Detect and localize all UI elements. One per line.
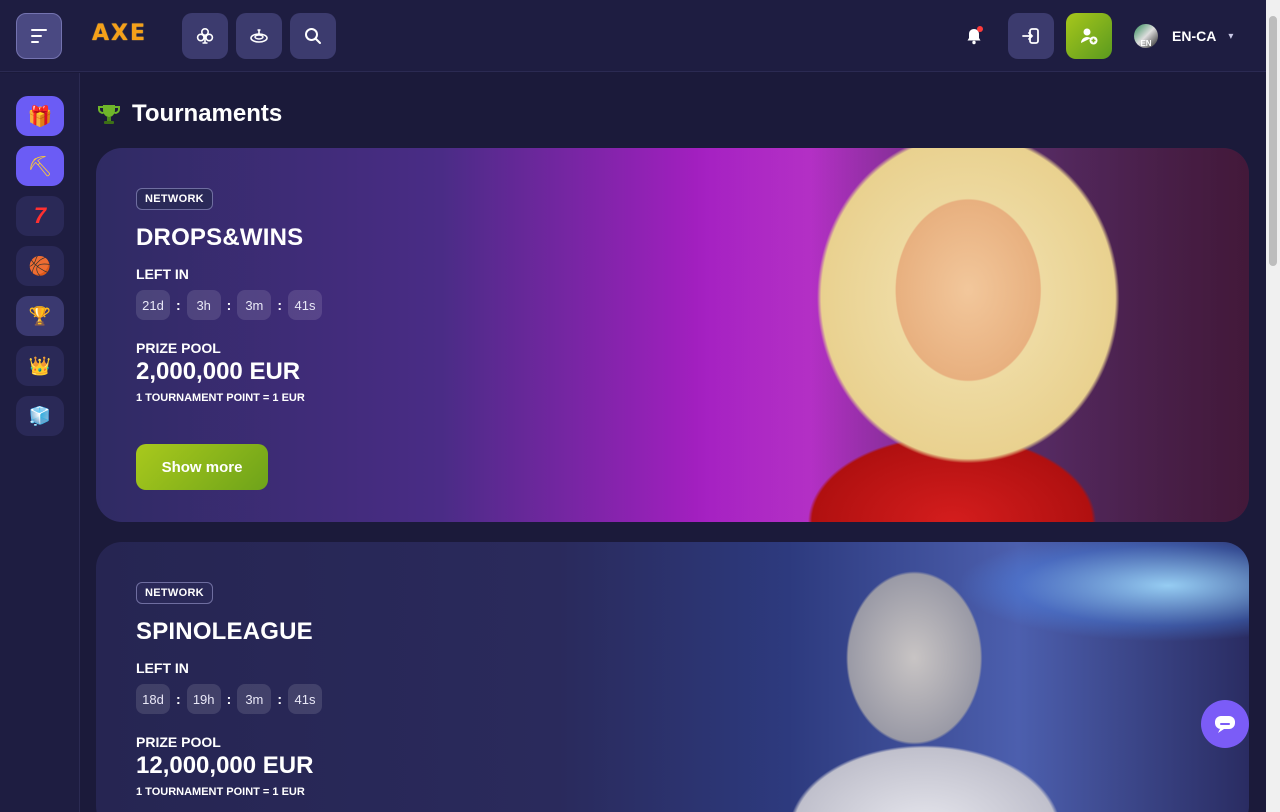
tournament-name: DROPS&WINS bbox=[136, 224, 304, 251]
seven-icon: 7 bbox=[33, 203, 47, 228]
live-casino-button[interactable] bbox=[236, 13, 282, 59]
left-in-label: LEFT IN bbox=[136, 266, 189, 282]
countdown-timer: 21d : 3h : 3m : 41s bbox=[136, 290, 323, 320]
sidebar: 🎁 ⛏ 7 🏀 🏆 👑 🧊 bbox=[0, 73, 80, 812]
sidebar-item-vip[interactable]: 👑 bbox=[16, 346, 64, 386]
notification-dot bbox=[977, 26, 983, 32]
sidebar-item-games[interactable]: 🧊 bbox=[16, 396, 64, 436]
language-label: EN-CA bbox=[1172, 28, 1217, 44]
points-ratio: 1 TOURNAMENT POINT = 1 EUR bbox=[136, 786, 305, 798]
timer-seconds: 41s bbox=[288, 684, 323, 714]
sidebar-item-tournaments[interactable]: 🏆 bbox=[16, 296, 64, 336]
timer-separator: : bbox=[226, 297, 232, 313]
logo[interactable]: AXE bbox=[92, 21, 147, 51]
countdown-timer: 18d : 19h : 3m : 41s bbox=[136, 684, 323, 714]
sidebar-item-slots[interactable]: 7 bbox=[16, 196, 64, 236]
cubes-icon: 🧊 bbox=[28, 405, 52, 426]
club-icon bbox=[196, 27, 214, 44]
login-button[interactable] bbox=[1008, 13, 1054, 59]
crown-icon: 👑 bbox=[28, 355, 52, 376]
timer-minutes: 3m bbox=[237, 290, 272, 320]
casino-button[interactable] bbox=[182, 13, 228, 59]
pickaxe-icon: ⛏ bbox=[27, 155, 53, 178]
show-more-button[interactable]: Show more bbox=[136, 444, 268, 490]
flag-icon: EN bbox=[1134, 24, 1158, 48]
ball-icon: 🏀 bbox=[28, 255, 52, 276]
network-badge: NETWORK bbox=[136, 582, 213, 604]
trophy-icon bbox=[98, 105, 120, 124]
timer-separator: : bbox=[277, 691, 283, 707]
sidebar-item-sports[interactable]: 🏀 bbox=[16, 246, 64, 286]
roulette-icon bbox=[250, 29, 268, 43]
login-icon bbox=[1022, 28, 1039, 44]
timer-separator: : bbox=[176, 297, 181, 313]
add-user-icon bbox=[1081, 28, 1098, 45]
language-selector[interactable]: EN EN-CA ▾ bbox=[1134, 22, 1233, 50]
menu-button[interactable] bbox=[16, 13, 62, 59]
tournament-name: SPINOLEAGUE bbox=[136, 618, 313, 645]
prize-pool-label: PRIZE POOL bbox=[136, 340, 221, 356]
scroll-thumb[interactable] bbox=[1269, 16, 1277, 266]
prize-pool-value: 12,000,000 EUR bbox=[136, 752, 314, 779]
chat-icon bbox=[1215, 716, 1235, 733]
register-button[interactable] bbox=[1066, 13, 1112, 59]
gift-box-icon: 🎁 bbox=[27, 105, 53, 128]
menu-icon bbox=[31, 29, 47, 43]
page-heading: Tournaments bbox=[132, 100, 283, 127]
tournament-card: NETWORK SPINOLEAGUE LEFT IN 18d : 19h : … bbox=[96, 542, 1249, 812]
top-header: AXE EN EN-CA ▾ bbox=[0, 0, 1266, 72]
sidebar-item-gift[interactable]: 🎁 bbox=[16, 96, 64, 136]
prize-pool-label: PRIZE POOL bbox=[136, 734, 221, 750]
sidebar-item-pickaxe[interactable]: ⛏ bbox=[16, 146, 64, 186]
trophy-icon: 🏆 bbox=[28, 305, 52, 326]
prize-pool-value: 2,000,000 EUR bbox=[136, 358, 301, 385]
notifications-button[interactable] bbox=[962, 24, 986, 48]
timer-separator: : bbox=[176, 691, 181, 707]
timer-separator: : bbox=[277, 297, 283, 313]
tournament-banner-image bbox=[709, 148, 1249, 522]
timer-separator: : bbox=[226, 691, 232, 707]
tournament-card: NETWORK DROPS&WINS LEFT IN 21d : 3h : 3m… bbox=[96, 148, 1249, 522]
timer-days: 21d bbox=[136, 290, 170, 320]
timer-hours: 3h bbox=[186, 290, 221, 320]
timer-seconds: 41s bbox=[288, 290, 323, 320]
points-ratio: 1 TOURNAMENT POINT = 1 EUR bbox=[136, 392, 305, 404]
timer-hours: 19h bbox=[186, 684, 221, 714]
page-title: Tournaments bbox=[96, 98, 282, 130]
search-button[interactable] bbox=[290, 13, 336, 59]
chat-button[interactable] bbox=[1201, 700, 1249, 748]
left-in-label: LEFT IN bbox=[136, 660, 189, 676]
page-scrollbar[interactable] bbox=[1266, 0, 1280, 812]
chevron-down-icon: ▾ bbox=[1228, 30, 1234, 42]
timer-minutes: 3m bbox=[237, 684, 272, 714]
timer-days: 18d bbox=[136, 684, 170, 714]
network-badge: NETWORK bbox=[136, 188, 213, 210]
search-icon bbox=[305, 28, 321, 44]
tournament-banner-image bbox=[709, 542, 1249, 812]
